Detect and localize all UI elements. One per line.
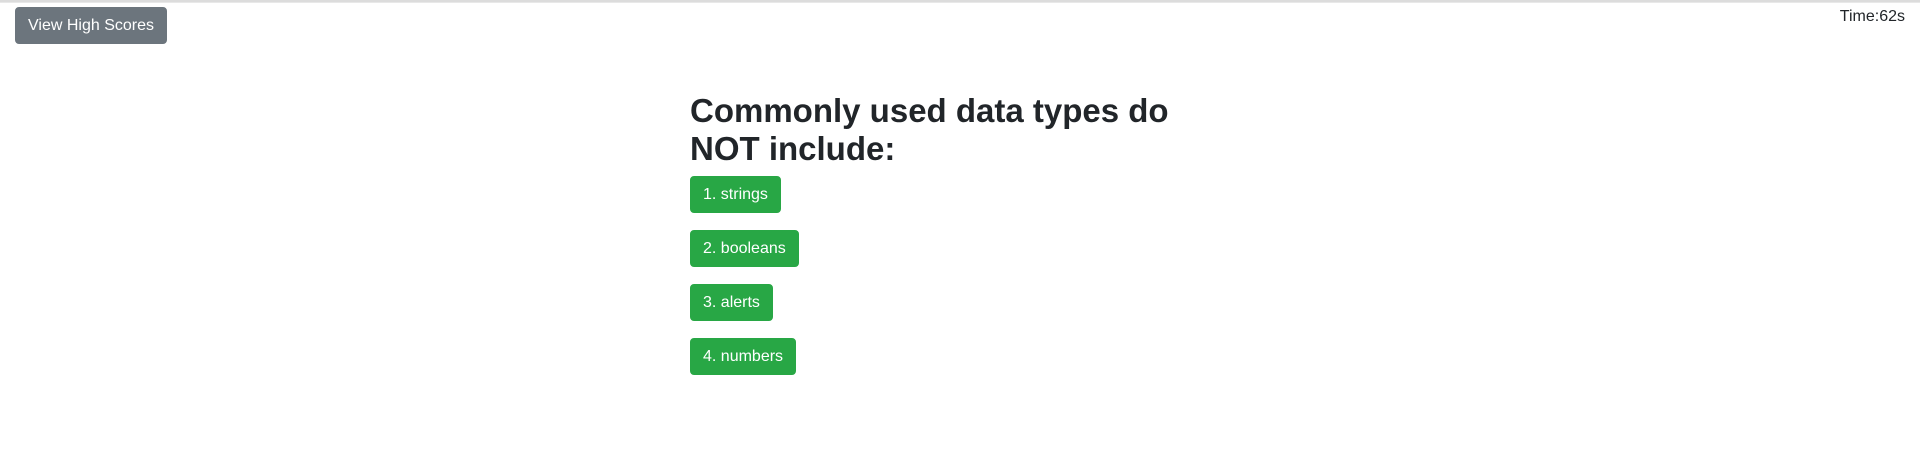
timer-display: Time:62s	[1839, 8, 1905, 25]
top-divider	[0, 0, 1920, 3]
choice-button-2[interactable]: 2. booleans	[690, 230, 799, 267]
choice-button-3[interactable]: 3. alerts	[690, 284, 773, 321]
question-text: Commonly used data types do NOT include:	[690, 92, 1169, 167]
quiz-panel: Commonly used data types do NOT include:…	[690, 92, 1230, 392]
choice-button-4[interactable]: 4. numbers	[690, 338, 797, 375]
choice-button-1[interactable]: 1. strings	[690, 176, 781, 213]
view-high-scores-button[interactable]: View High Scores	[15, 7, 167, 44]
choices-list: 1. strings 2. booleans 3. alerts 4. numb…	[690, 176, 1230, 392]
